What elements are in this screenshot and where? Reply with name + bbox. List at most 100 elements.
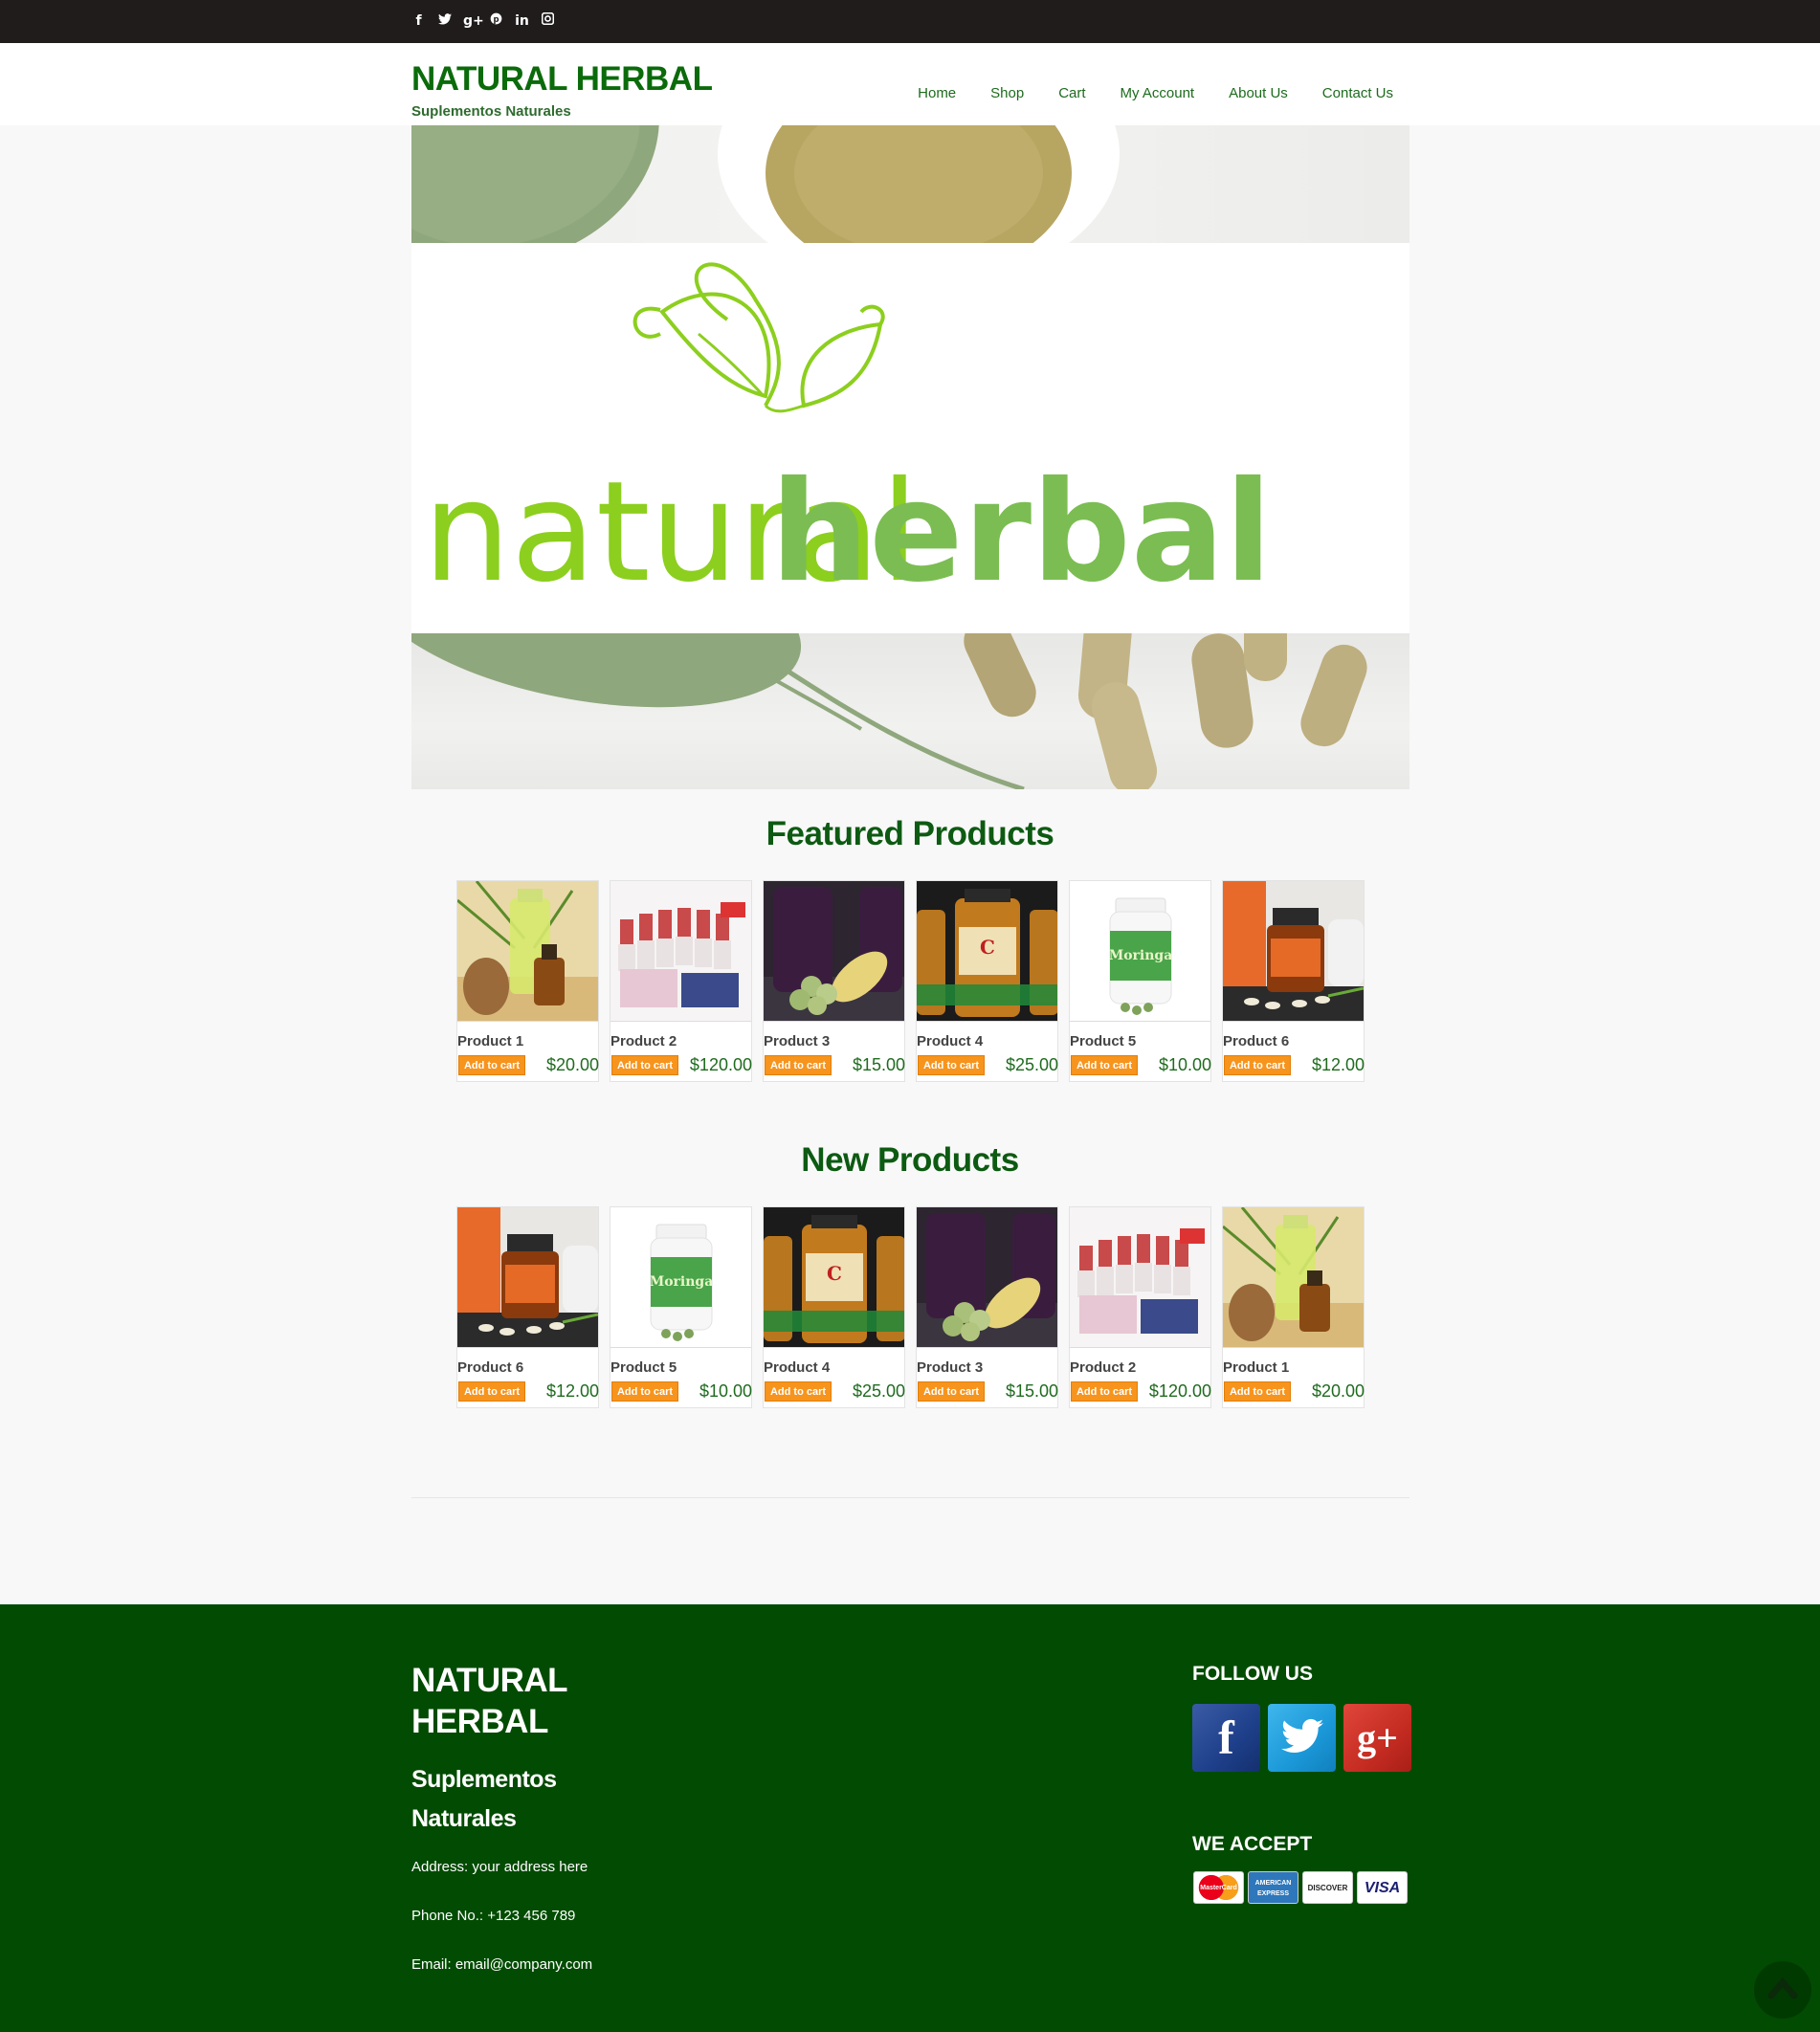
product-image[interactable]: C xyxy=(764,1207,904,1348)
product-price: $15.00 xyxy=(852,1055,905,1074)
product-name[interactable]: Product 2 xyxy=(1070,1359,1136,1376)
google-plus-icon[interactable]: g+ xyxy=(463,13,484,29)
add-to-cart-button[interactable]: Add to cart xyxy=(765,1381,832,1402)
product-price: $12.00 xyxy=(1311,1055,1365,1074)
product-card[interactable]: C Product 4 Add to cart $25.00 xyxy=(763,1206,905,1408)
nav-my-account[interactable]: My Account xyxy=(1121,85,1195,101)
site-footer: NATURAL HERBAL Suplementos Naturales Add… xyxy=(0,1604,1820,2032)
product-card[interactable]: Product 3 Add to cart $15.00 xyxy=(763,880,905,1082)
product-image[interactable]: C xyxy=(917,881,1057,1022)
pinterest-icon[interactable]: p xyxy=(489,12,503,29)
product-name[interactable]: Product 6 xyxy=(457,1359,523,1376)
payment-cards: MasterCard AMERICAN EXPRESS DISCOVER VIS… xyxy=(1193,1871,1408,1904)
nav-shop[interactable]: Shop xyxy=(990,85,1024,101)
hero-banner: natural herbal xyxy=(411,125,1409,789)
product-name[interactable]: Product 3 xyxy=(917,1359,983,1376)
new-products-row: Product 6 Add to cart $12.00 Moringa Product… xyxy=(456,1206,1365,1408)
product-price: $25.00 xyxy=(1005,1055,1058,1074)
product-card[interactable]: Product 2 Add to cart $120.00 xyxy=(610,880,752,1082)
svg-text:p: p xyxy=(493,14,499,24)
follow-us-title: FOLLOW US xyxy=(1192,1663,1313,1685)
product-price: $10.00 xyxy=(699,1381,752,1401)
top-bar: f g+ p in xyxy=(0,0,1820,43)
product-name[interactable]: Product 5 xyxy=(1070,1033,1136,1049)
footer-social-links: f g+ xyxy=(1192,1704,1411,1772)
add-to-cart-button[interactable]: Add to cart xyxy=(1071,1381,1138,1402)
product-card[interactable]: Product 1 Add to cart $20.00 xyxy=(456,880,599,1082)
footer-email[interactable]: Email: email@company.com xyxy=(411,1956,592,1973)
add-to-cart-button[interactable]: Add to cart xyxy=(458,1055,525,1075)
product-image[interactable] xyxy=(1070,1207,1210,1348)
product-card[interactable]: Moringa Product 5 Add to cart $10.00 xyxy=(1069,880,1211,1082)
visa-icon: VISA xyxy=(1357,1871,1408,1904)
we-accept-title: WE ACCEPT xyxy=(1192,1833,1313,1855)
product-image[interactable] xyxy=(457,881,598,1022)
content-divider xyxy=(411,1497,1409,1498)
linkedin-icon[interactable]: in xyxy=(515,13,529,29)
product-image[interactable]: Moringa xyxy=(1070,881,1210,1022)
add-to-cart-button[interactable]: Add to cart xyxy=(1071,1055,1138,1075)
twitter-icon[interactable] xyxy=(437,12,452,29)
product-image[interactable] xyxy=(1223,1207,1364,1348)
add-to-cart-button[interactable]: Add to cart xyxy=(765,1055,832,1075)
scroll-to-top-button[interactable] xyxy=(1754,1961,1811,2019)
product-card[interactable]: Product 6 Add to cart $12.00 xyxy=(1222,880,1365,1082)
product-image[interactable] xyxy=(1223,881,1364,1022)
product-name[interactable]: Product 1 xyxy=(1223,1359,1289,1376)
product-card[interactable]: Product 3 Add to cart $15.00 xyxy=(916,1206,1058,1408)
product-name[interactable]: Product 3 xyxy=(764,1033,830,1049)
product-image[interactable] xyxy=(917,1207,1057,1348)
add-to-cart-button[interactable]: Add to cart xyxy=(611,1381,678,1402)
product-image[interactable]: Moringa xyxy=(610,1207,751,1348)
site-header: NATURAL HERBAL Suplementos Naturales Hom… xyxy=(0,43,1820,125)
banner-photo-top xyxy=(411,125,1409,243)
twitter-icon[interactable] xyxy=(1268,1704,1336,1772)
svg-text:C: C xyxy=(827,1262,842,1285)
featured-products-row: Product 1 Add to cart $20.00 Product 2 Add t… xyxy=(456,880,1365,1082)
footer-tagline: Suplementos Naturales xyxy=(411,1766,557,1832)
featured-products-title: Featured Products xyxy=(766,815,1054,852)
facebook-icon[interactable]: f xyxy=(411,13,426,29)
top-social-links: f g+ p in xyxy=(411,11,555,29)
nav-about-us[interactable]: About Us xyxy=(1229,85,1288,101)
nav-home[interactable]: Home xyxy=(918,85,956,101)
product-name[interactable]: Product 4 xyxy=(917,1033,983,1049)
product-image[interactable] xyxy=(610,881,751,1022)
product-card[interactable]: C Product 4 Add to cart $25.00 xyxy=(916,880,1058,1082)
product-price: $120.00 xyxy=(1148,1381,1211,1401)
add-to-cart-button[interactable]: Add to cart xyxy=(918,1381,985,1402)
product-name[interactable]: Product 1 xyxy=(457,1033,523,1049)
add-to-cart-button[interactable]: Add to cart xyxy=(918,1055,985,1075)
product-price: $20.00 xyxy=(545,1055,599,1074)
instagram-icon[interactable] xyxy=(541,11,555,29)
product-card[interactable]: Moringa Product 5 Add to cart $10.00 xyxy=(610,1206,752,1408)
product-card[interactable]: Product 6 Add to cart $12.00 xyxy=(456,1206,599,1408)
facebook-icon[interactable]: f xyxy=(1192,1704,1260,1772)
product-name[interactable]: Product 5 xyxy=(610,1359,677,1376)
product-name[interactable]: Product 2 xyxy=(610,1033,677,1049)
product-card[interactable]: Product 1 Add to cart $20.00 xyxy=(1222,1206,1365,1408)
product-image[interactable] xyxy=(764,881,904,1022)
product-price: $120.00 xyxy=(689,1055,752,1074)
product-image[interactable] xyxy=(457,1207,598,1348)
google-plus-icon[interactable]: g+ xyxy=(1343,1704,1411,1772)
svg-text:Moringa: Moringa xyxy=(650,1274,714,1290)
add-to-cart-button[interactable]: Add to cart xyxy=(1224,1055,1291,1075)
nav-contact-us[interactable]: Contact Us xyxy=(1322,85,1393,101)
main-nav: Home Shop Cart My Account About Us Conta… xyxy=(918,85,1393,101)
footer-title: NATURAL HERBAL xyxy=(411,1662,567,1740)
add-to-cart-button[interactable]: Add to cart xyxy=(1224,1381,1291,1402)
logo-word-herbal: herbal xyxy=(770,452,1272,613)
banner-photo-bottom xyxy=(411,633,1409,789)
product-name[interactable]: Product 6 xyxy=(1223,1033,1289,1049)
product-price: $12.00 xyxy=(545,1381,599,1401)
site-title[interactable]: NATURAL HERBAL xyxy=(411,60,713,99)
product-price: $10.00 xyxy=(1158,1055,1211,1074)
footer-phone: Phone No.: +123 456 789 xyxy=(411,1908,576,1924)
product-card[interactable]: Product 2 Add to cart $120.00 xyxy=(1069,1206,1211,1408)
nav-cart[interactable]: Cart xyxy=(1058,85,1085,101)
add-to-cart-button[interactable]: Add to cart xyxy=(458,1381,525,1402)
product-name[interactable]: Product 4 xyxy=(764,1359,830,1376)
add-to-cart-button[interactable]: Add to cart xyxy=(611,1055,678,1075)
discover-icon: DISCOVER xyxy=(1302,1871,1353,1904)
